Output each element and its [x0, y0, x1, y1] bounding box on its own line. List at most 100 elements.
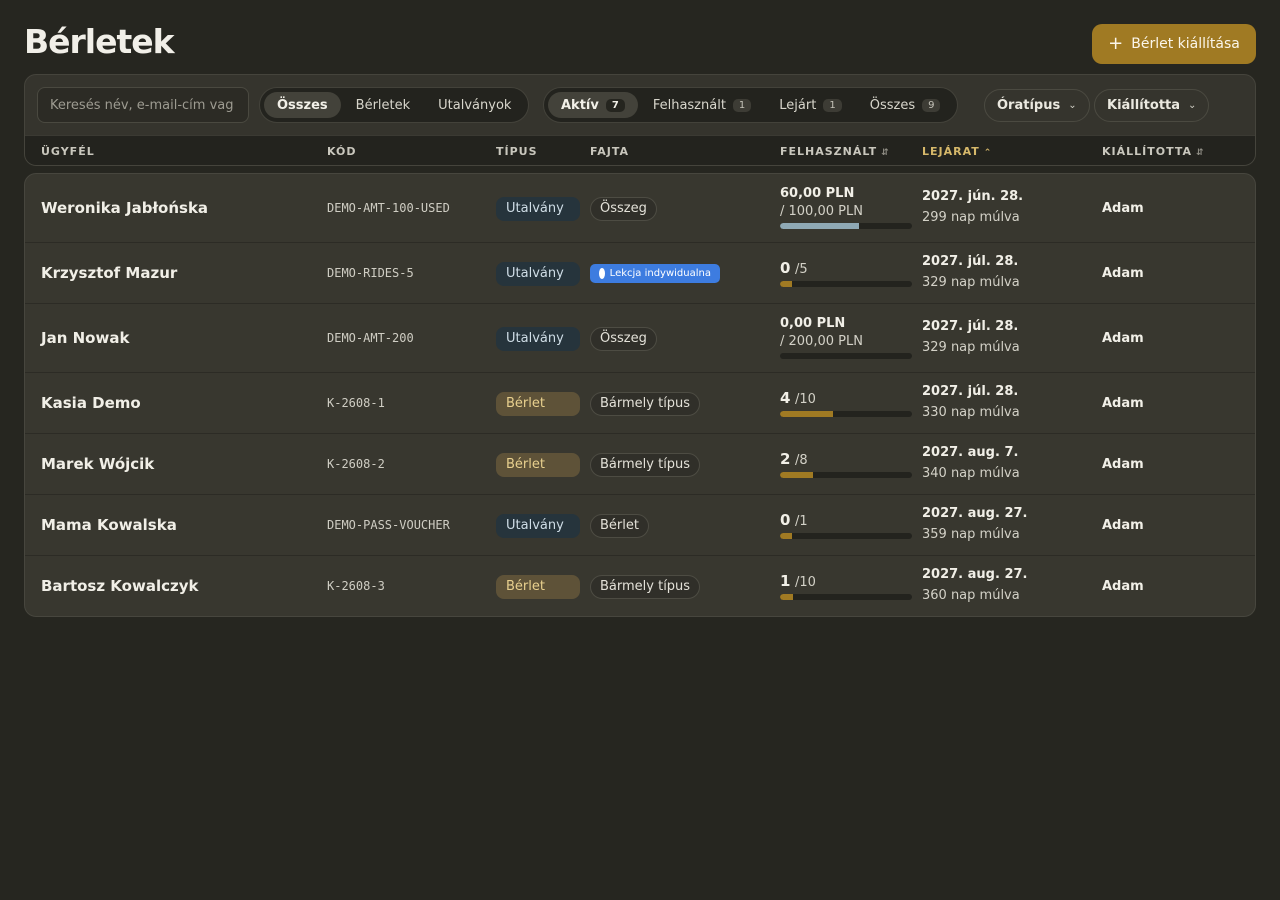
usage-cell: 60,00 PLN / 100,00 PLN: [780, 186, 912, 229]
expiry-date: 2027. júl. 28.: [922, 253, 1019, 269]
kind-badge: Bármely típus: [590, 574, 701, 599]
status-filter-used-label: Felhasznált: [652, 97, 726, 113]
table-row[interactable]: Krzysztof Mazur DEMO-RIDES-5 Utalvány Lekcj…: [25, 243, 1255, 304]
type-filter-all[interactable]: Összes: [264, 92, 341, 118]
pass-code: DEMO-AMT-200: [327, 330, 414, 345]
issue-pass-button[interactable]: + Bérlet kiállítása: [1092, 24, 1256, 64]
expiry-relative: 340 nap múlva: [922, 465, 1020, 481]
plus-icon: +: [1108, 33, 1124, 54]
customer-name[interactable]: Jan Nowak: [41, 329, 129, 347]
usage-progress-bar: [780, 222, 912, 229]
usage-progress-fill: [780, 471, 813, 478]
type-filter-passes[interactable]: Bérletek: [343, 92, 424, 118]
expiry-relative: 330 nap múlva: [922, 404, 1020, 420]
column-header-issued-by[interactable]: KIÁLLÍTOTTA ⇵: [1102, 145, 1205, 158]
used-count: 0: [780, 510, 791, 529]
customer-name[interactable]: Bartosz Kowalczyk: [41, 577, 198, 595]
status-filter-used[interactable]: Felhasznált 1: [640, 92, 764, 118]
usage-cell: 1 /10: [780, 572, 912, 600]
expiry-relative: 299 nap múlva: [922, 209, 1020, 225]
issuer-name: Adam: [1102, 395, 1144, 411]
issuer-name: Adam: [1102, 578, 1144, 594]
table-row[interactable]: Mama Kowalska DEMO-PASS-VOUCHER Utalvány Bé…: [25, 495, 1255, 556]
used-count: 1: [780, 571, 791, 590]
usage-progress-fill: [780, 593, 794, 600]
column-header-used[interactable]: FELHASZNÁLT ⇵: [780, 145, 890, 158]
total-count: /10: [794, 391, 816, 407]
expiry-cell: 2027. jún. 28. 299 nap múlva: [922, 189, 1023, 225]
expiry-relative: 359 nap múlva: [922, 526, 1020, 542]
customer-name[interactable]: Weronika Jabłońska: [41, 199, 208, 217]
status-filter-active[interactable]: Aktív 7: [548, 92, 638, 118]
total-amount: / 200,00 PLN: [780, 333, 863, 349]
column-header-type[interactable]: TÍPUS: [496, 145, 538, 158]
type-badge: Bérlet: [496, 391, 580, 416]
status-filter-active-label: Aktív: [561, 97, 599, 113]
expiry-date: 2027. aug. 27.: [922, 505, 1028, 521]
issuer-name: Adam: [1102, 330, 1144, 346]
type-badge: Bérlet: [496, 574, 580, 599]
pass-code: K-2608-3: [327, 578, 385, 593]
pass-code: K-2608-1: [327, 395, 385, 410]
expiry-cell: 2027. júl. 28. 330 nap múlva: [922, 384, 1020, 420]
total-count: /10: [794, 574, 816, 590]
chevron-down-icon: ⌄: [1188, 100, 1197, 111]
status-filter-all[interactable]: Összes 9: [857, 92, 954, 118]
type-filter: Összes Bérletek Utalványok: [259, 87, 530, 123]
table-row[interactable]: Marek Wójcik K-2608-2 Bérlet Bármely típus 2…: [25, 434, 1255, 495]
usage-progress-fill: [780, 222, 860, 229]
issuer-name: Adam: [1102, 200, 1144, 216]
total-count: /5: [794, 261, 808, 277]
used-count: 4: [780, 388, 791, 407]
usage-progress-bar: [780, 410, 912, 417]
sort-icon: ⇵: [1196, 148, 1205, 158]
table-row[interactable]: Jan Nowak DEMO-AMT-200 Utalvány Összeg 0,00 …: [25, 304, 1255, 373]
issuer-name: Adam: [1102, 456, 1144, 472]
page-title: Bérletek: [24, 22, 175, 61]
expiry-date: 2027. aug. 7.: [922, 444, 1019, 460]
customer-name[interactable]: Krzysztof Mazur: [41, 264, 177, 282]
column-header-code[interactable]: KÓD: [327, 145, 357, 158]
usage-progress-bar: [780, 471, 912, 478]
status-filter: Aktív 7 Felhasznált 1 Lejárt 1 Összes 9: [543, 87, 959, 123]
column-header-issued-by-label: KIÁLLÍTOTTA: [1102, 145, 1193, 158]
passes-table: Weronika Jabłońska DEMO-AMT-100-USED Utalv…: [24, 173, 1256, 617]
class-type-dropdown[interactable]: Óratípus ⌄: [984, 89, 1090, 122]
kind-badge-label: Lekcja indywidualna: [609, 267, 711, 279]
table-row[interactable]: Kasia Demo K-2608-1 Bérlet Bármely típus 4 /…: [25, 373, 1255, 434]
usage-progress-bar: [780, 280, 912, 287]
filter-toolbar: Összes Bérletek Utalványok Aktív 7 Felha…: [24, 74, 1256, 166]
column-header-customer[interactable]: ÜGYFÉL: [41, 145, 95, 158]
kind-badge: Bármely típus: [590, 391, 701, 416]
status-filter-expired[interactable]: Lejárt 1: [766, 92, 854, 118]
type-badge: Utalvány: [496, 261, 580, 286]
type-filter-passes-label: Bérletek: [355, 97, 411, 113]
customer-name[interactable]: Marek Wójcik: [41, 455, 154, 473]
issued-by-dropdown[interactable]: Kiállította ⌄: [1094, 89, 1210, 122]
type-badge: Bérlet: [496, 452, 580, 477]
status-count-badge: 1: [823, 98, 842, 112]
table-row[interactable]: Bartosz Kowalczyk K-2608-3 Bérlet Bármely t…: [25, 556, 1255, 616]
status-count-badge: 1: [732, 98, 752, 112]
expiry-cell: 2027. aug. 7. 340 nap múlva: [922, 445, 1020, 481]
expiry-cell: 2027. aug. 27. 359 nap múlva: [922, 506, 1027, 542]
usage-progress-bar: [780, 532, 912, 539]
status-filter-expired-label: Lejárt: [779, 97, 817, 113]
search-input[interactable]: [37, 87, 249, 123]
column-header-expiry[interactable]: LEJÁRAT ⌃: [922, 145, 992, 158]
expiry-date: 2027. jún. 28.: [922, 188, 1024, 204]
issuer-name: Adam: [1102, 517, 1144, 533]
table-row[interactable]: Weronika Jabłońska DEMO-AMT-100-USED Utalv…: [25, 174, 1255, 243]
used-count: 0: [780, 258, 791, 277]
expiry-relative: 329 nap múlva: [922, 339, 1020, 355]
customer-name[interactable]: Mama Kowalska: [41, 516, 177, 534]
column-header-kind[interactable]: FAJTA: [590, 145, 629, 158]
customer-name[interactable]: Kasia Demo: [41, 394, 141, 412]
usage-cell: 0,00 PLN / 200,00 PLN: [780, 316, 912, 359]
usage-progress-bar: [780, 593, 912, 600]
type-filter-vouchers[interactable]: Utalványok: [425, 92, 524, 118]
type-badge: Utalvány: [496, 196, 580, 221]
pass-code: DEMO-AMT-100-USED: [327, 200, 450, 215]
expiry-relative: 329 nap múlva: [922, 274, 1020, 290]
usage-progress-fill: [780, 280, 792, 287]
